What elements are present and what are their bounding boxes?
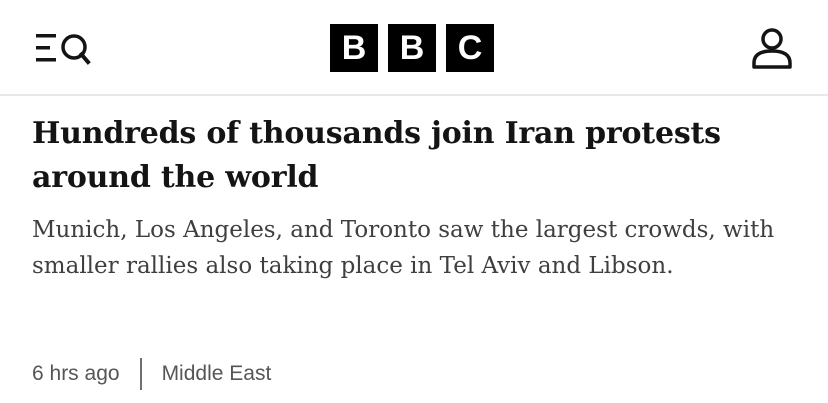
meta-divider (139, 358, 142, 390)
topic-link[interactable]: Middle East (162, 362, 272, 386)
search-handle (78, 51, 91, 65)
article-meta: 6 hrs ago Middle East (32, 358, 271, 390)
article-headline[interactable]: Hundreds of thousands join Iran protests… (32, 112, 802, 200)
article-summary: Munich, Los Angeles, and Toronto saw the… (32, 217, 775, 279)
logo-letter-c: C (446, 24, 494, 72)
menu-line-middle (36, 46, 50, 50)
article-card[interactable]: Hundreds of thousands join Iran protests… (32, 112, 802, 284)
menu-line-bottom (36, 58, 56, 62)
logo-letter-b1: B (330, 24, 378, 72)
bbc-logo[interactable]: B B C (330, 24, 494, 72)
user-head (761, 28, 783, 50)
article-timestamp: 6 hrs ago (32, 362, 120, 385)
user-body (752, 49, 792, 69)
menu-search-icon[interactable] (36, 30, 116, 66)
menu-line-top (36, 34, 56, 38)
header-bar: B B C (0, 0, 828, 96)
logo-letter-b2: B (388, 24, 436, 72)
user-icon[interactable] (750, 27, 794, 69)
